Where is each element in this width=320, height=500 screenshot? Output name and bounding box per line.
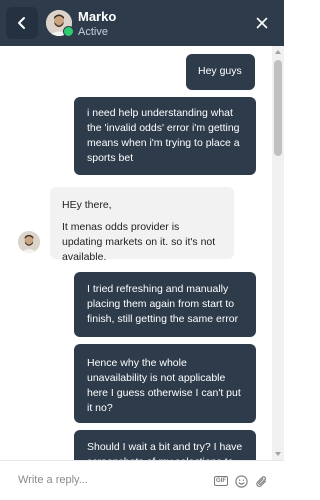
reply-input[interactable] (10, 469, 206, 491)
message-text: Should I wait a bit and try? I have scre… (87, 441, 243, 460)
back-arrow-icon (17, 16, 27, 30)
message-text: I tried refreshing and manually placing … (87, 283, 239, 325)
message-list[interactable]: Hey guys i need help understanding what … (0, 46, 272, 460)
message-bubble-user: Hey guys (186, 54, 255, 90)
message-bubble-user: i need help understanding what the 'inva… (74, 97, 256, 175)
online-status-indicator (63, 26, 74, 37)
message-bubble-user: I tried refreshing and manually placing … (74, 272, 256, 337)
message-text: HEy there, (62, 199, 112, 211)
close-button[interactable] (254, 15, 270, 31)
gif-button[interactable]: GIF (213, 473, 229, 489)
scroll-down-arrow-icon[interactable] (272, 448, 284, 460)
message-bubble-user: Should I wait a bit and try? I have scre… (74, 430, 256, 460)
message-text: It menas odds provider is updating marke… (62, 221, 216, 263)
close-icon (256, 17, 268, 29)
message-text: Hey guys (198, 65, 242, 77)
message-text: Hence why the whole unavailability is no… (87, 357, 241, 414)
message-scrollbar[interactable] (272, 46, 284, 460)
emoji-button[interactable] (233, 473, 249, 489)
agent-name: Marko (78, 9, 117, 24)
message-bubble-agent: HEy there, It menas odds provider is upd… (50, 187, 234, 263)
message-bubble-user: Hence why the whole unavailability is no… (74, 344, 256, 423)
agent-avatar-header (46, 10, 74, 37)
message-text: i need help understanding what the 'inva… (87, 107, 240, 164)
reply-composer: GIF (0, 460, 284, 500)
agent-status: Active (78, 26, 108, 38)
chat-header: Marko Active (0, 0, 284, 46)
scrollbar-thumb[interactable] (274, 60, 282, 156)
chat-window: Marko Active Hey guys i need help unders… (0, 0, 284, 500)
paperclip-icon (255, 475, 268, 488)
back-button[interactable] (6, 7, 38, 39)
gif-icon: GIF (214, 476, 228, 486)
scroll-up-arrow-icon[interactable] (272, 46, 284, 58)
agent-avatar (18, 231, 40, 253)
emoji-icon (234, 474, 248, 488)
attach-button[interactable] (253, 473, 269, 489)
